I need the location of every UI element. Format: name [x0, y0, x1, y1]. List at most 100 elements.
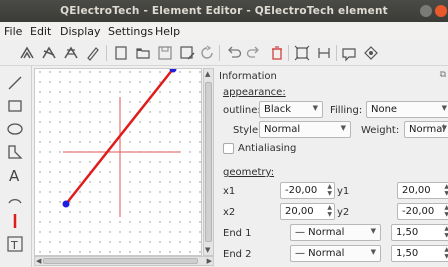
ellipse-icon[interactable]	[6, 120, 24, 138]
filling-select[interactable]: None ▼	[366, 101, 448, 118]
panel-float-icon[interactable]: ⧉	[440, 70, 446, 80]
svg-text:A: A	[9, 167, 20, 184]
spin-arrows-icon[interactable]: ▲▼	[444, 225, 448, 239]
invert-selection-icon[interactable]	[62, 44, 80, 62]
x2-value: 20,00	[285, 206, 314, 217]
menu-help[interactable]: Help	[155, 25, 180, 38]
polygon-icon[interactable]	[6, 143, 24, 161]
appearance-heading: appearance:	[223, 87, 286, 98]
delete-icon[interactable]	[268, 44, 286, 62]
information-panel: Information ⧉ appearance: outline: Black…	[215, 66, 448, 267]
text-icon[interactable]: A	[6, 166, 24, 184]
rectangle-icon[interactable]	[6, 97, 24, 115]
chevron-down-icon: ▼	[370, 227, 376, 235]
end2-value: — Normal	[295, 248, 345, 259]
outline-value: Black	[264, 104, 292, 115]
arc-icon[interactable]	[6, 189, 24, 207]
menu-settings[interactable]: Settings	[108, 25, 153, 38]
chevron-down-icon: ▼	[441, 124, 447, 132]
drawing-canvas[interactable]	[34, 68, 202, 256]
scroll-left-icon[interactable]: ◀	[36, 257, 41, 265]
line-handle-start[interactable]	[62, 200, 70, 208]
end1-value: — Normal	[295, 227, 345, 238]
panel-title: Information	[219, 71, 277, 82]
vertical-scroll-thumb[interactable]	[205, 82, 212, 242]
drawing-tools: A T	[0, 66, 32, 267]
end2-select[interactable]: — Normal ▼	[290, 245, 381, 262]
chevron-down-icon: ▼	[312, 104, 318, 112]
toolbar-separator	[219, 45, 220, 61]
deselect-icon[interactable]	[40, 44, 58, 62]
zoom-fit-icon[interactable]	[293, 44, 311, 62]
open-icon[interactable]	[134, 44, 152, 62]
end1-length-value: 1,50	[396, 227, 419, 238]
y2-spinbox[interactable]: -20,00 ▲▼	[397, 203, 448, 220]
select-all-icon[interactable]	[18, 44, 36, 62]
redo-icon[interactable]	[245, 44, 263, 62]
edit-icon[interactable]	[84, 44, 102, 62]
scroll-right-icon[interactable]: ▶	[207, 257, 212, 265]
terminal-icon[interactable]	[6, 212, 24, 230]
weight-label: Weight:	[361, 125, 400, 136]
end1-length-spinbox[interactable]: 1,50 ▲▼	[391, 224, 448, 241]
end1-select[interactable]: — Normal ▼	[290, 224, 381, 241]
chevron-down-icon: ▼	[441, 104, 447, 112]
line-icon[interactable]	[6, 74, 24, 92]
spin-arrows-icon[interactable]: ▲▼	[444, 183, 448, 197]
x2-label: x2	[223, 207, 236, 218]
x1-spinbox[interactable]: -20,00 ▲ ▼	[280, 182, 335, 199]
chevron-down-icon: ▼	[370, 248, 376, 256]
menu-display[interactable]: Display	[60, 25, 101, 38]
save-as-icon[interactable]	[178, 44, 196, 62]
style-select[interactable]: Normal ▼	[259, 121, 351, 138]
horizontal-scroll-thumb[interactable]	[43, 258, 198, 264]
reload-icon[interactable]	[198, 44, 216, 62]
spin-arrows-icon[interactable]: ▲▼	[444, 246, 448, 260]
x2-spinbox[interactable]: 20,00 ▲ ▼	[280, 203, 335, 220]
y2-value: -20,00	[402, 206, 435, 217]
menu-file[interactable]: File	[4, 25, 22, 38]
filling-value: None	[371, 104, 398, 115]
menu-bar: File Edit Display Settings Help	[0, 22, 448, 40]
title-bar: QElectroTech - Element Editor - QElectro…	[0, 0, 448, 22]
element-drawing[interactable]	[35, 69, 202, 256]
canvas-grid	[35, 69, 201, 255]
y1-spinbox[interactable]: 20,00 ▲▼	[397, 182, 448, 199]
undo-icon[interactable]	[224, 44, 242, 62]
geometry-heading: geometry:	[223, 167, 275, 178]
scroll-down-icon[interactable]: ▼	[205, 246, 210, 254]
weight-select[interactable]: Normal ▼	[404, 121, 448, 138]
vertical-scrollbar[interactable]: ▲ ▼	[203, 68, 214, 256]
close-button[interactable]	[435, 5, 447, 17]
toolbar-separator	[288, 45, 289, 61]
zoom-reset-icon[interactable]	[315, 44, 333, 62]
weight-value: Normal	[409, 124, 446, 135]
preview-icon[interactable]	[362, 44, 380, 62]
y1-value: 20,00	[402, 185, 431, 196]
spin-arrows-icon[interactable]: ▲▼	[327, 204, 332, 218]
y2-label: y2	[337, 207, 350, 218]
scroll-up-icon[interactable]: ▲	[205, 70, 210, 78]
end2-label: End 2	[223, 249, 252, 260]
spin-arrows-icon[interactable]: ▲▼	[444, 204, 448, 218]
toolbar	[0, 40, 448, 66]
style-label: Style:	[233, 125, 262, 136]
text-field-icon[interactable]: T	[6, 235, 24, 253]
svg-text:T: T	[10, 239, 18, 252]
spin-arrows-icon[interactable]: ▲▼	[327, 183, 332, 197]
end2-length-value: 1,50	[396, 248, 419, 259]
antialiasing-checkbox[interactable]	[223, 143, 234, 154]
save-icon[interactable]	[156, 44, 174, 62]
chevron-down-icon: ▼	[340, 124, 346, 132]
new-icon[interactable]	[112, 44, 130, 62]
outline-select[interactable]: Black ▼	[259, 101, 323, 118]
x1-label: x1	[223, 186, 236, 197]
edit-info-icon[interactable]	[340, 44, 358, 62]
toolbar-separator	[336, 45, 337, 61]
toolbar-separator	[106, 45, 107, 61]
end1-label: End 1	[223, 228, 252, 239]
end2-length-spinbox[interactable]: 1,50 ▲▼	[391, 245, 448, 262]
horizontal-scrollbar[interactable]: ◀ ▶	[34, 256, 214, 266]
minimize-button[interactable]	[420, 5, 432, 17]
menu-edit[interactable]: Edit	[30, 25, 51, 38]
